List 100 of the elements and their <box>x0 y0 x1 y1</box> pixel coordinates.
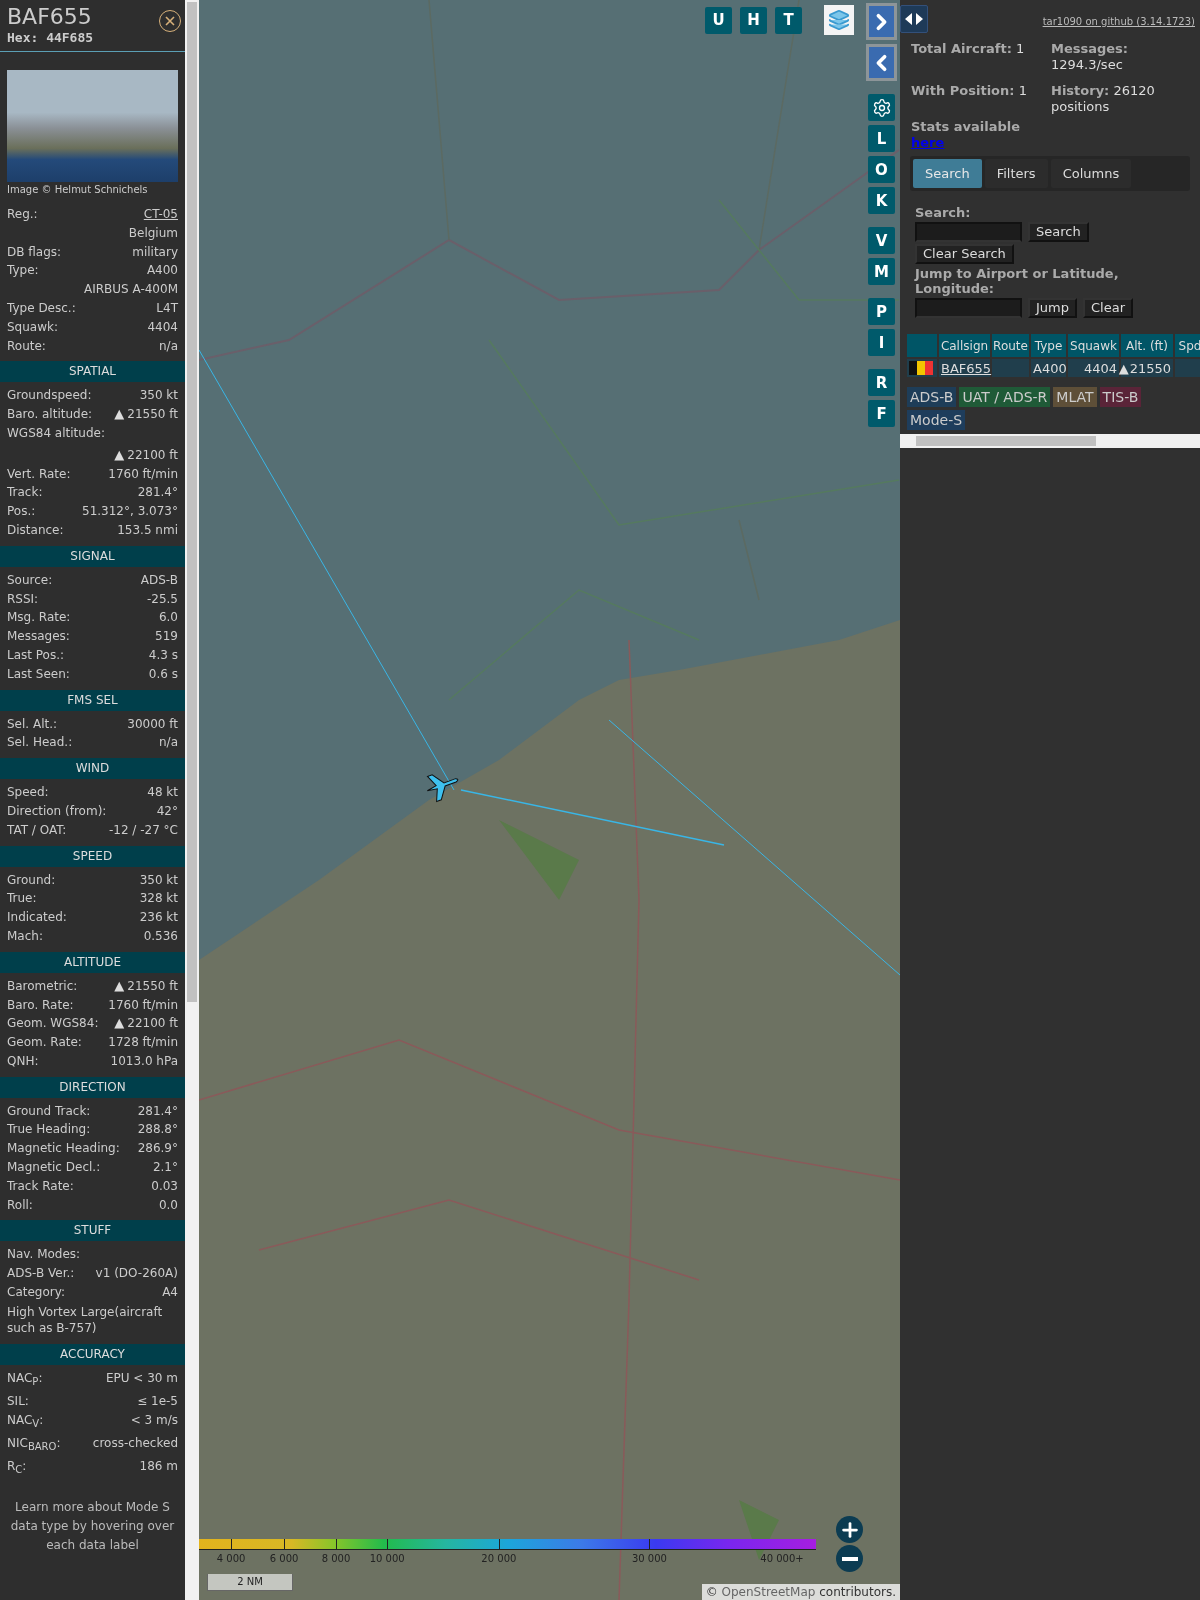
section-header: SPEED <box>0 845 185 867</box>
row-value: ADS-B <box>140 571 178 589</box>
registration-link[interactable]: CT-05 <box>143 205 178 224</box>
row-label: Source: <box>7 571 53 589</box>
row-label: Direction (from): <box>7 802 107 820</box>
row-label: Pos.: <box>7 503 36 521</box>
row-label: Magnetic Heading: <box>7 1140 120 1158</box>
row-value: 4.3 s <box>148 646 178 664</box>
row-label: Mach: <box>7 927 43 945</box>
clear-search-button[interactable]: Clear Search <box>915 244 1014 264</box>
row-value: n/a <box>159 337 178 355</box>
column-header[interactable]: Alt. (ft) <box>1121 334 1173 357</box>
search-button[interactable]: Search <box>1028 222 1089 242</box>
source-tag: MLAT <box>1053 387 1097 407</box>
table-cell: 4404 <box>1068 359 1119 377</box>
column-header[interactable]: Type <box>1031 334 1066 357</box>
next-button[interactable] <box>866 3 897 40</box>
row-label: DB flags: <box>7 243 62 261</box>
tab[interactable]: Filters <box>984 159 1048 188</box>
settings-button[interactable] <box>868 94 895 121</box>
row-label: Distance: <box>7 521 64 539</box>
row-label: SIL: <box>7 1393 29 1411</box>
layers-button[interactable] <box>824 5 854 35</box>
scrollbar[interactable] <box>185 0 199 1600</box>
row-value: 0.0 <box>158 1196 178 1214</box>
row-value: 48 kt <box>147 784 178 802</box>
altitude-label: 10 000 <box>369 1553 405 1564</box>
row-value: 350 kt <box>139 387 178 405</box>
tab[interactable]: Columns <box>1050 159 1132 188</box>
row-value: 22100 ft <box>127 1015 178 1033</box>
column-header[interactable]: Squawk <box>1068 334 1119 357</box>
section-header: SPATIAL <box>0 361 185 383</box>
climb-marker: ▲ <box>1118 360 1129 376</box>
map-toggle-button[interactable]: L <box>868 125 895 152</box>
jump-field[interactable] <box>915 298 1022 318</box>
row-value: L4T <box>156 300 178 317</box>
altitude-label: 20 000 <box>481 1553 517 1564</box>
tab[interactable]: Search <box>913 159 982 188</box>
row-label: Route: <box>7 337 46 355</box>
section-header: FMS SEL <box>0 689 185 711</box>
altitude-label: 6 000 <box>269 1553 299 1564</box>
climb-marker: ▲ <box>114 1014 125 1033</box>
column-header[interactable]: Spd <box>1175 334 1200 357</box>
map-toggle-button[interactable]: H <box>740 6 767 34</box>
callsign-link[interactable]: BAF655 <box>941 360 992 376</box>
previous-button[interactable] <box>866 44 897 81</box>
climb-marker: ▲ <box>114 445 125 464</box>
settings-icon <box>871 97 892 118</box>
row-label: NAC$_{P}$: <box>7 1369 43 1390</box>
row-label: Nav. Modes: <box>7 1246 81 1264</box>
stat-text: With Position: 1 <box>911 83 1028 100</box>
map-toggle-button[interactable]: F <box>868 400 895 427</box>
row-value: 30000 ft <box>127 715 178 733</box>
github-link[interactable]: tar1090 on github (3.14.1723) <box>1042 16 1195 27</box>
search-field[interactable] <box>915 222 1022 242</box>
row-value: EPU < 30 m <box>105 1369 178 1387</box>
map-toggle-button[interactable]: O <box>868 156 895 183</box>
column-header <box>907 334 937 357</box>
row-value: 281.4° <box>137 1102 178 1120</box>
map-toggle-button[interactable]: I <box>868 329 895 356</box>
attribution-text: © OpenStreetMap contributors. <box>701 1584 900 1600</box>
row-label: Messages: <box>7 628 70 646</box>
stat-text: History: 26120 positions <box>1051 83 1156 115</box>
row-label: Baro. altitude: <box>7 406 93 424</box>
hex-code: Hex: 44F685 <box>7 30 94 45</box>
minus-icon <box>841 1556 858 1561</box>
row-label: Track Rate: <box>7 1177 74 1195</box>
row-value: 186 m <box>139 1458 178 1476</box>
column-header[interactable]: Route <box>992 334 1029 357</box>
row-value: 0.6 s <box>148 665 178 683</box>
row-label: WGS84 altitude: <box>7 424 105 442</box>
map-toggle-button[interactable]: M <box>868 258 895 285</box>
row-label: NIC$_{BARO}$: <box>7 1435 61 1455</box>
table-cell: A400 <box>1031 359 1066 377</box>
row-value: ≤ 1e-5 <box>137 1393 178 1411</box>
map-toggle-button[interactable]: P <box>868 298 895 325</box>
row-value: 236 kt <box>139 909 178 927</box>
column-header[interactable]: Callsign <box>939 334 990 357</box>
panel-toggle-button[interactable] <box>900 5 928 33</box>
map-toggle-button[interactable]: K <box>868 187 895 214</box>
attribution-link[interactable]: OpenStreetMap <box>721 1585 816 1599</box>
horizontal-scrollbar[interactable] <box>900 434 1200 448</box>
row-value: 286.9° <box>137 1140 178 1158</box>
map-toggle-button[interactable]: R <box>868 369 895 396</box>
jump-button[interactable]: Jump <box>1028 298 1077 318</box>
section-header: ALTITUDE <box>0 951 185 973</box>
source-tag: ADS-B <box>907 387 957 407</box>
row-label: Geom. WGS84: <box>7 1015 99 1033</box>
row-label: Geom. Rate: <box>7 1034 82 1052</box>
map-toggle-button[interactable]: V <box>868 227 895 254</box>
row-label: Ground Track: <box>7 1102 91 1120</box>
row-value: cross-checked <box>92 1435 178 1453</box>
row-value: n/a <box>159 734 178 752</box>
row-label: Roll: <box>7 1196 33 1214</box>
map-toggle-button[interactable]: U <box>705 6 732 34</box>
source-tag: Mode-S <box>907 410 966 430</box>
row-value: 6.0 <box>158 609 178 627</box>
map-toggle-button[interactable]: T <box>775 6 802 34</box>
clear-button[interactable]: Clear <box>1083 298 1133 318</box>
section-header: SIGNAL <box>0 545 185 567</box>
